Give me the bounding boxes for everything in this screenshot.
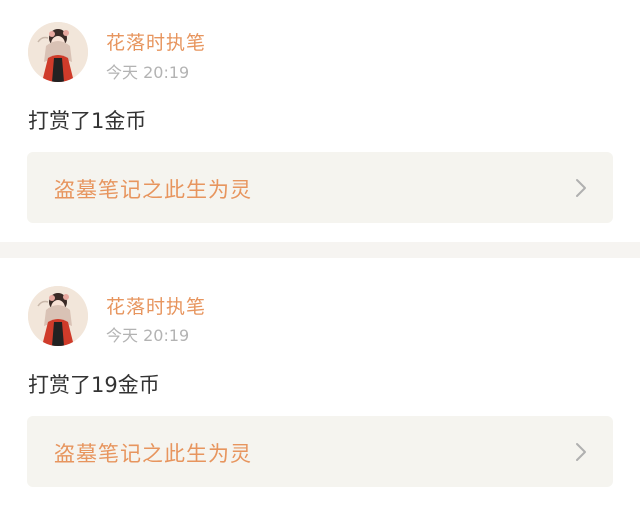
- reward-message: 打赏了19金币: [28, 373, 160, 397]
- reward-message: 打赏了1金币: [28, 109, 147, 133]
- book-title: 盗墓笔记之此生为灵: [54, 442, 252, 466]
- book-title: 盗墓笔记之此生为灵: [54, 178, 252, 202]
- reward-feed: 花落时执笔 今天 20:19 打赏了1金币 盗墓笔记之此生为灵 花落时执笔 今天…: [0, 0, 640, 510]
- chevron-right-icon: [576, 179, 586, 197]
- chevron-right-icon: [576, 443, 586, 461]
- avatar-portrait-icon: [28, 22, 88, 82]
- book-link[interactable]: 盗墓笔记之此生为灵: [27, 416, 613, 487]
- user-avatar[interactable]: [28, 22, 88, 82]
- timestamp: 今天 20:19: [106, 326, 190, 345]
- user-avatar[interactable]: [28, 286, 88, 346]
- reward-card: 花落时执笔 今天 20:19 打赏了1金币 盗墓笔记之此生为灵: [0, 0, 640, 242]
- timestamp: 今天 20:19: [106, 63, 190, 82]
- avatar-portrait-icon: [28, 286, 88, 346]
- reward-card: 花落时执笔 今天 20:19 打赏了19金币 盗墓笔记之此生为灵: [0, 258, 640, 510]
- username[interactable]: 花落时执笔: [106, 292, 206, 319]
- username[interactable]: 花落时执笔: [106, 28, 206, 55]
- book-link[interactable]: 盗墓笔记之此生为灵: [27, 152, 613, 223]
- card-divider: [0, 242, 640, 258]
